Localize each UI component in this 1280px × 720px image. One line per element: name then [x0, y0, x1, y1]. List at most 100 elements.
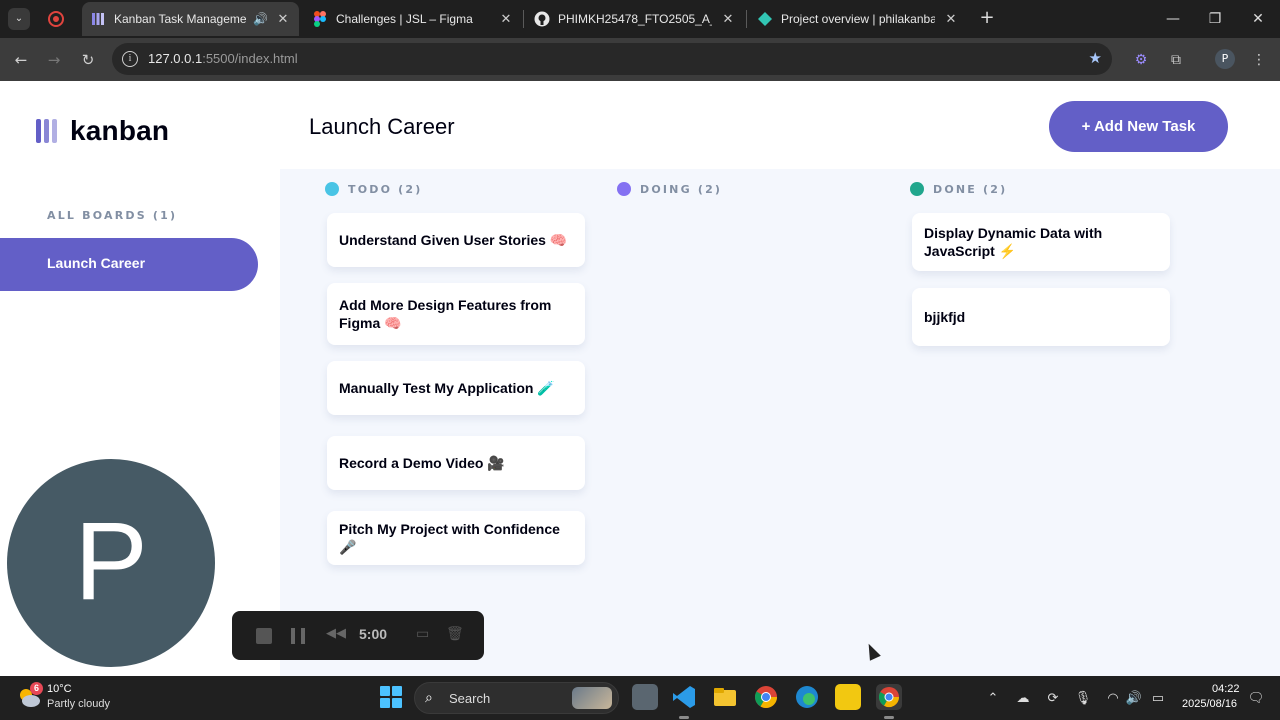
task-card[interactable]: Understand Given User Stories 🧠: [327, 213, 585, 267]
board-title: Launch Career: [309, 114, 455, 139]
task-title: Record a Demo Video 🎥: [339, 455, 505, 471]
file-explorer-icon[interactable]: [712, 684, 738, 710]
close-tab-icon[interactable]: ✕: [720, 11, 736, 27]
tab-title: PHIMKH25478_FTO2505_A_Phi: [558, 12, 712, 26]
column-header-done: DONE (2): [910, 182, 1007, 196]
wifi-icon[interactable]: ◠: [1104, 689, 1122, 707]
column-title: DOING (2): [640, 182, 723, 196]
chrome-icon[interactable]: [753, 684, 779, 710]
chrome-active-icon[interactable]: [876, 684, 902, 719]
bookmark-star-icon[interactable]: ★: [1089, 49, 1102, 67]
restart-icon[interactable]: ◀◀: [326, 626, 346, 641]
doing-dot-icon: [617, 182, 631, 196]
tab-kanban[interactable]: Kanban Task Management 🔊 ✕: [82, 2, 299, 36]
vscode-icon[interactable]: [671, 684, 697, 719]
task-view-icon[interactable]: [632, 684, 658, 710]
stop-icon[interactable]: [256, 628, 272, 644]
windows-start-icon[interactable]: [380, 686, 402, 708]
search-icon: ⌕: [425, 689, 433, 705]
microphone-icon[interactable]: 🎙: [1074, 689, 1092, 707]
new-tab-plus-icon[interactable]: +: [976, 8, 998, 30]
sticky-notes-icon[interactable]: [835, 684, 861, 710]
browser-tab-strip: ⌄ Kanban Task Management 🔊 ✕ Challenges …: [0, 0, 1280, 38]
profile-avatar[interactable]: P: [1215, 49, 1235, 69]
clock-time[interactable]: 04:22: [1212, 683, 1240, 695]
column-header-todo: TODO (2): [325, 182, 422, 196]
taskbar: 6 10°C Partly cloudy ⌕ Search ⌃ ☁ ⟳ 🎙 ◠ …: [0, 676, 1280, 720]
browser-menu-kebab-icon[interactable]: ⋮: [1249, 50, 1269, 70]
onedrive-cloud-icon[interactable]: ☁: [1014, 689, 1032, 707]
edge-icon[interactable]: [794, 684, 820, 710]
weather-badge: 6: [30, 682, 43, 695]
weather-temp[interactable]: 10°C: [47, 683, 72, 695]
task-card[interactable]: Display Dynamic Data with JavaScript ⚡: [912, 213, 1170, 271]
task-card[interactable]: Record a Demo Video 🎥: [327, 436, 585, 490]
todo-dot-icon: [325, 182, 339, 196]
task-card[interactable]: bjjkfjd: [912, 288, 1170, 346]
tab-github[interactable]: PHIMKH25478_FTO2505_A_Phi ✕: [526, 2, 744, 36]
close-tab-icon[interactable]: ✕: [275, 11, 291, 27]
address-bar[interactable]: i 127.0.0.1:5500/index.html ★: [112, 43, 1112, 75]
close-tab-icon[interactable]: ✕: [943, 11, 959, 27]
recording-time: 5:00: [359, 626, 388, 642]
tab-netlify[interactable]: Project overview | philakanban- ✕: [749, 2, 967, 36]
restore-window-icon[interactable]: ❐: [1204, 8, 1226, 30]
extensions-puzzle-icon[interactable]: ⧉: [1166, 50, 1186, 70]
task-title: Display Dynamic Data with JavaScript ⚡: [924, 225, 1103, 259]
tray-overflow-chevron-icon[interactable]: ⌃: [984, 689, 1002, 707]
github-favicon-icon: [534, 11, 550, 27]
sidebar-item-launch-career[interactable]: Launch Career: [0, 238, 258, 291]
back-arrow-icon[interactable]: ←: [10, 49, 32, 71]
column-title: TODO (2): [348, 182, 423, 196]
tab-title: Kanban Task Management: [114, 12, 247, 26]
pip-icon[interactable]: ▭: [416, 626, 429, 642]
task-title: Add More Design Features from Figma 🧠: [339, 297, 552, 331]
extension-gear-icon[interactable]: ⚙: [1131, 50, 1151, 70]
task-card[interactable]: Manually Test My Application 🧪: [327, 361, 585, 415]
sync-icon[interactable]: ⟳: [1044, 689, 1062, 707]
search-highlight-image: [572, 687, 612, 709]
battery-icon[interactable]: ▭: [1149, 689, 1167, 707]
figma-favicon-icon: [312, 11, 328, 27]
task-card[interactable]: Pitch My Project with Confidence 🎤: [327, 511, 585, 565]
notifications-icon[interactable]: 🗨: [1247, 689, 1265, 707]
tab-separator: [523, 10, 524, 28]
pause-icon[interactable]: [291, 628, 305, 644]
task-title: bjjkfjd: [924, 309, 966, 325]
clock-date[interactable]: 2025/08/16: [1182, 698, 1237, 710]
kanban-logo: kanban: [36, 115, 169, 147]
task-title: Pitch My Project with Confidence 🎤: [339, 521, 560, 555]
delete-icon[interactable]: 🗑: [446, 626, 464, 642]
reload-icon[interactable]: ↻: [77, 49, 99, 71]
site-info-icon[interactable]: i: [122, 51, 138, 67]
column-title: DONE (2): [933, 182, 1008, 196]
volume-icon[interactable]: 🔊: [1125, 689, 1143, 707]
add-new-task-button[interactable]: + Add New Task: [1049, 101, 1228, 152]
browser-toolbar: ← → ↻ i 127.0.0.1:5500/index.html ★ ⚙ ⧉ …: [0, 38, 1280, 81]
task-title: Manually Test My Application 🧪: [339, 380, 555, 396]
minimize-window-icon[interactable]: —: [1162, 8, 1184, 30]
task-title: Understand Given User Stories 🧠: [339, 232, 568, 248]
task-card[interactable]: Add More Design Features from Figma 🧠: [327, 283, 585, 345]
tab-figma[interactable]: Challenges | JSL – Figma ✕: [304, 2, 522, 36]
column-header-doing: DOING (2): [617, 182, 722, 196]
close-tab-icon[interactable]: ✕: [498, 11, 514, 27]
logo-bars-icon: [36, 119, 57, 143]
recording-indicator-icon[interactable]: [48, 11, 64, 27]
netlify-favicon-icon: [757, 11, 773, 27]
url-text[interactable]: 127.0.0.1:5500/index.html: [148, 51, 298, 66]
tab-title: Project overview | philakanban-: [781, 12, 935, 26]
taskbar-search[interactable]: ⌕ Search: [414, 682, 619, 714]
done-dot-icon: [910, 182, 924, 196]
audio-playing-icon[interactable]: 🔊: [253, 12, 268, 26]
url-host: 127.0.0.1: [148, 51, 203, 66]
kanban-favicon-icon: [90, 11, 106, 27]
all-boards-heading: ALL BOARDS (1): [47, 209, 178, 222]
logo-text: kanban: [70, 115, 170, 146]
weather-desc[interactable]: Partly cloudy: [47, 698, 110, 710]
webcam-avatar: P: [7, 459, 215, 667]
forward-arrow-icon[interactable]: →: [43, 49, 65, 71]
close-window-icon[interactable]: ✕: [1247, 8, 1269, 30]
tab-search-chevron-icon[interactable]: ⌄: [8, 8, 30, 30]
url-path: :5500/index.html: [202, 51, 298, 66]
